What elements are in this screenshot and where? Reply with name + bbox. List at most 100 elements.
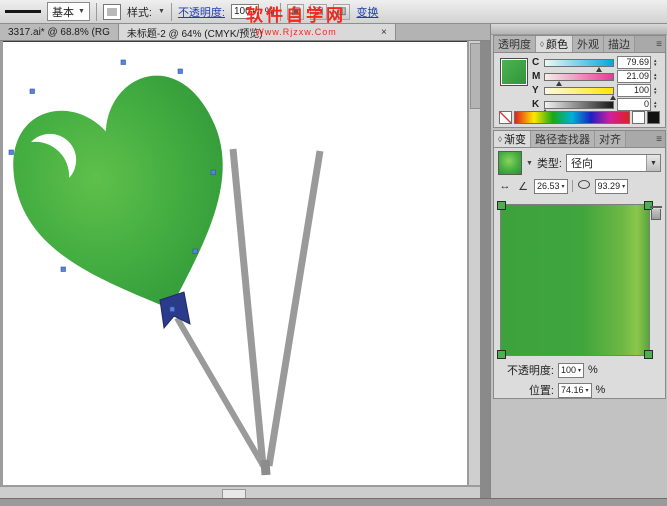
spinner-icon[interactable]: ▴▾ (654, 73, 661, 81)
yellow-row: Y 100 ▴▾ (532, 84, 661, 97)
tab-pathfinder[interactable]: 路径查找器 (531, 131, 595, 147)
gradient-panel: ▼ 类型: 径向 ▼ ↔ ∠ 26.53 ▾ (493, 147, 666, 399)
brush-definition-dropdown[interactable]: 基本 ▼ (47, 2, 90, 21)
style-label: 样式: (127, 4, 152, 20)
canvas-area (0, 41, 480, 486)
aspect-ratio-input[interactable]: 93.29 ▾ (595, 179, 629, 194)
anchor-point[interactable] (178, 69, 183, 74)
spinner-icon: ▾ (578, 367, 581, 374)
balloon-string[interactable] (269, 151, 320, 466)
document-setup-icon[interactable]: ▣ (287, 4, 304, 20)
brush-definition-label: 基本 (52, 4, 74, 20)
spinner-icon: ▾ (562, 183, 565, 190)
slider-thumb[interactable] (610, 95, 616, 100)
none-color-swatch[interactable] (499, 111, 512, 124)
channel-label: M (532, 71, 541, 82)
panel-menu-icon[interactable]: ≡ (653, 131, 665, 147)
gradient-panel-group: ◊ 渐变 路径查找器 对齐 ≡ ▼ 类型: 径向 ▼ (493, 130, 666, 399)
channel-label: C (532, 57, 541, 68)
black-swatch[interactable] (647, 111, 660, 124)
panel-menu-icon[interactable]: ≡ (653, 36, 665, 52)
style-dropdown-arrow-icon[interactable]: ▼ (158, 8, 165, 15)
document-tab[interactable]: 3317.ai* @ 68.8% (RG (0, 24, 119, 40)
status-bar (0, 498, 667, 506)
dock-divider (480, 41, 490, 498)
magenta-value-input[interactable]: 21.09 (617, 70, 651, 83)
tab-transparency[interactable]: 透明度 (494, 36, 536, 52)
anchor-point[interactable] (193, 249, 198, 254)
anchor-point[interactable] (61, 267, 66, 272)
artboard[interactable] (3, 41, 467, 485)
type-label: 类型: (537, 155, 562, 171)
anchor-point[interactable] (9, 150, 14, 155)
anchor-point[interactable] (30, 89, 35, 94)
tab-color[interactable]: ◊ 颜色 (536, 36, 573, 52)
anchor-point[interactable] (211, 170, 216, 175)
stop-opacity-input[interactable]: 100 ▾ (558, 363, 584, 378)
tab-gradient[interactable]: ◊ 渐变 (494, 131, 531, 147)
transform-link[interactable]: 变换 (356, 4, 378, 20)
gradient-swatch-menu-icon[interactable]: ▼ (526, 160, 533, 167)
gradient-ramp[interactable] (500, 204, 650, 356)
spinner-icon[interactable]: ▴▾ (654, 87, 661, 95)
horizontal-scrollbar[interactable] (0, 486, 480, 498)
anchor-point[interactable] (170, 307, 175, 312)
gradient-type-row: ▼ 类型: 径向 ▼ (498, 152, 661, 174)
tab-stroke[interactable]: 描边 (604, 36, 635, 52)
arrange-icon[interactable]: ▥ (333, 4, 350, 20)
chevron-down-icon[interactable]: ▼ (646, 155, 660, 171)
gradient-location-row: 位置: 74.16 ▾ % (498, 382, 661, 398)
spinner-icon: ▸ (253, 8, 256, 15)
magenta-slider[interactable] (544, 73, 614, 81)
aspect-ratio-icon (577, 180, 591, 192)
fill-color-swatch[interactable] (500, 58, 528, 86)
separator (572, 180, 573, 192)
stroke-profile-preview[interactable] (5, 10, 41, 13)
slider-thumb[interactable] (556, 81, 562, 86)
gradient-stop[interactable] (497, 350, 506, 359)
cyan-slider[interactable] (544, 59, 614, 67)
opacity-value: 100 (234, 6, 251, 17)
anchor-point[interactable] (121, 60, 126, 65)
color-panel: C 79.69 ▴▾ M 21.09 ▴▾ Y 100 (493, 52, 666, 128)
black-row: K 0 ▴▾ (532, 98, 661, 111)
illustrator-window: 基本 ▼ 样式: ▼ 不透明度: 100 ▸ % ▣ ▤ ▥ 变换 软件自学网 … (0, 0, 667, 506)
black-slider[interactable] (544, 101, 614, 109)
preferences-icon[interactable]: ▤ (310, 4, 327, 20)
reverse-gradient-icon[interactable]: ↔ (498, 180, 512, 192)
yellow-slider[interactable] (544, 87, 614, 95)
color-spectrum-bar[interactable] (514, 111, 630, 124)
spinner-icon[interactable]: ▴▾ (654, 101, 661, 109)
gradient-stop[interactable] (497, 201, 506, 210)
chevron-down-icon: ▼ (78, 8, 85, 15)
document-tab-bar: 3317.ai* @ 68.8% (RG 未标题-2 @ 64% (CMYK/预… (0, 24, 490, 41)
control-bar: 基本 ▼ 样式: ▼ 不透明度: 100 ▸ % ▣ ▤ ▥ 变换 (0, 0, 667, 24)
opacity-link[interactable]: 不透明度: (178, 4, 225, 20)
gradient-type-select[interactable]: 径向 ▼ (566, 154, 661, 172)
style-swatch[interactable] (103, 4, 121, 20)
angle-input[interactable]: 26.53 ▾ (534, 179, 568, 194)
white-swatch[interactable] (632, 111, 645, 124)
gradient-swatch[interactable] (498, 151, 522, 175)
close-icon[interactable]: × (381, 27, 387, 38)
opacity-input[interactable]: 100 ▸ (231, 4, 259, 19)
spinner-icon: ▾ (622, 183, 625, 190)
slider-thumb[interactable] (596, 67, 602, 72)
cyan-value-input[interactable]: 79.69 (617, 56, 651, 69)
document-tab-active[interactable]: 未标题-2 @ 64% (CMYK/预览) × (119, 24, 396, 40)
document-tab-title: 3317.ai* @ 68.8% (RG (8, 27, 110, 38)
artwork (3, 42, 467, 486)
tab-appearance[interactable]: 外观 (573, 36, 604, 52)
yellow-value-input[interactable]: 100 (617, 84, 651, 97)
gradient-stop[interactable] (644, 350, 653, 359)
black-value-input[interactable]: 0 (617, 98, 651, 111)
tab-align[interactable]: 对齐 (595, 131, 626, 147)
heart-balloon[interactable] (3, 60, 269, 345)
spinner-icon[interactable]: ▴▾ (654, 59, 661, 67)
spinner-icon: ▾ (586, 387, 589, 394)
stop-location-input[interactable]: 74.16 ▾ (558, 383, 592, 398)
panel-dock: 透明度 ◊ 颜色 外观 描边 ≡ C (490, 24, 667, 498)
panel-tab-bar: 透明度 ◊ 颜色 外观 描边 ≡ (493, 35, 666, 52)
vertical-scrollbar[interactable] (468, 41, 480, 485)
delete-stop-icon[interactable] (650, 206, 662, 221)
